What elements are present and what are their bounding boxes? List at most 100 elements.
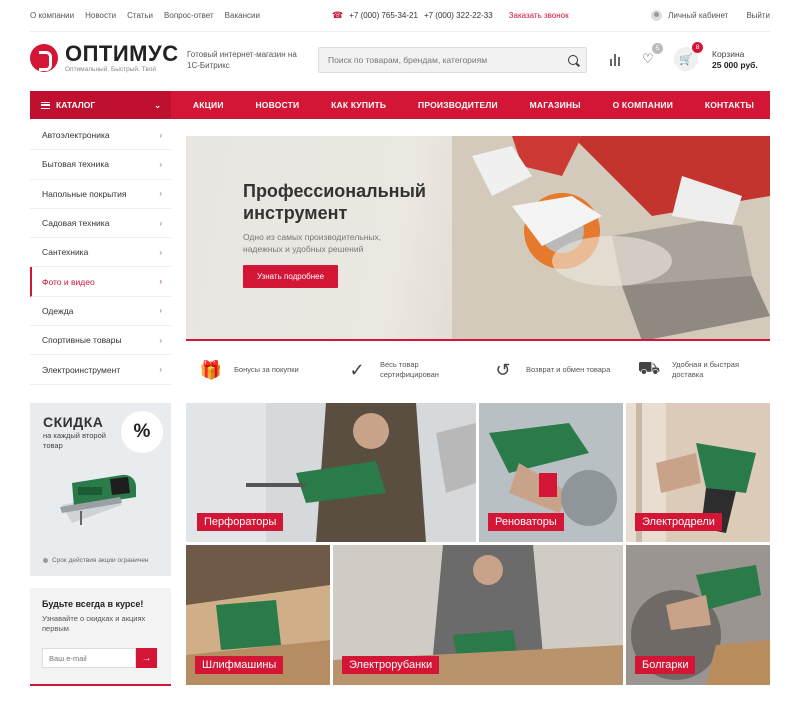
- gift-icon: 🎁: [199, 359, 223, 380]
- subscribe-text: Узнавайте о скидках и акциях первым: [42, 614, 146, 633]
- compare-icon[interactable]: [610, 53, 622, 66]
- chevron-right-icon: ›: [159, 277, 162, 287]
- nav-item-how-to-buy[interactable]: КАК КУПИТЬ: [331, 100, 386, 110]
- chevron-right-icon: ›: [159, 130, 162, 140]
- sidebar-item-garden[interactable]: Садовая техника ›: [30, 208, 171, 239]
- top-link-faq[interactable]: Вопрос-ответ: [164, 11, 214, 20]
- nav-item-brands[interactable]: ПРОИЗВОДИТЕЛИ: [418, 100, 498, 110]
- category-tile-renovators[interactable]: Реноваторы: [479, 403, 623, 542]
- category-label: Реноваторы: [488, 513, 564, 531]
- top-bar: О компании Новости Статьи Вопрос-ответ В…: [30, 0, 770, 32]
- sidebar-item-label: Спортивные товары: [42, 335, 122, 346]
- sidebar-item-photo-video[interactable]: Фото и видео ›: [30, 267, 171, 297]
- search-input[interactable]: Поиск по товарам, брендам, категориям: [318, 47, 587, 73]
- catalog-sidebar: Автоэлектроника › Бытовая техника › Наполь…: [30, 121, 171, 385]
- sidebar-item-label: Электроинструмент: [42, 364, 121, 375]
- nav-item-contacts[interactable]: КОНТАКТЫ: [705, 100, 754, 110]
- logo-slogan: Оптимальный. Быстрый. Твой: [65, 66, 156, 73]
- banner-text: Одно из самых производительных, надежных…: [243, 232, 382, 254]
- feature-return: ↺ Возврат и обмен товара: [478, 345, 624, 395]
- sidebar-item-power-tools[interactable]: Электроинструмент ›: [30, 355, 171, 385]
- chevron-down-icon: ⌄: [154, 100, 161, 110]
- sidebar-item-auto[interactable]: Автоэлектроника ›: [30, 121, 171, 151]
- category-tile-drills[interactable]: Электродрели: [626, 403, 770, 542]
- phone-number-1[interactable]: +7 (000) 765-34-21: [349, 11, 418, 20]
- page: О компании Новости Статьи Вопрос-ответ В…: [0, 0, 800, 710]
- nav-item-stores[interactable]: МАГАЗИНЫ: [530, 100, 581, 110]
- category-label: Шлифмашины: [195, 656, 284, 674]
- sidebar-item-label: Одежда: [42, 305, 74, 316]
- sidebar-item-label: Фото и видео: [42, 276, 95, 287]
- subscribe-form: →: [42, 648, 157, 668]
- logout-link[interactable]: Выйти: [746, 11, 770, 20]
- feature-text: Удобная и быстрая доставка: [672, 360, 740, 379]
- chevron-right-icon: ›: [159, 306, 162, 316]
- top-link-articles[interactable]: Статьи: [127, 11, 153, 20]
- feature-delivery: ⛟ Удобная и быстрая доставка: [624, 345, 770, 395]
- dot-icon: [43, 558, 48, 563]
- account-link[interactable]: Личный кабинет: [668, 11, 728, 20]
- email-field[interactable]: [42, 648, 136, 668]
- return-clock-icon: ↺: [495, 359, 511, 380]
- category-tile-grinders[interactable]: Болгарки: [626, 545, 770, 685]
- hero-banner[interactable]: Профессиональный инструмент Одно из самы…: [186, 136, 770, 341]
- heart-icon[interactable]: ♡: [642, 51, 654, 67]
- top-link-news[interactable]: Новости: [85, 11, 116, 20]
- sidebar-item-appliances[interactable]: Бытовая техника ›: [30, 150, 171, 180]
- phones: ☎ +7 (000) 765-34-21 +7 (000) 322-22-33 …: [332, 10, 569, 21]
- promo-note: Срок действия акции ограничен: [43, 557, 149, 564]
- jigsaw-image: [60, 474, 136, 525]
- phone-icon: ☎: [332, 10, 344, 20]
- catalog-label: КАТАЛОГ: [56, 100, 96, 110]
- top-link-about[interactable]: О компании: [30, 11, 74, 20]
- nav-item-about[interactable]: О КОМПАНИИ: [613, 100, 673, 110]
- main-nav: КАТАЛОГ ⌄ АКЦИИ НОВОСТИ КАК КУПИТЬ ПРОИЗ…: [30, 91, 770, 119]
- features-row: 🎁 Бонусы за покупки ✓ Весь товар сертифи…: [186, 345, 770, 395]
- favorites-count-badge: 5: [652, 43, 663, 54]
- phone-number-2[interactable]: +7 (000) 322-22-33: [424, 11, 493, 20]
- cart-total: 25 000 руб.: [712, 60, 758, 70]
- header: ОПТИМУС Оптимальный. Быстрый. Твой Готов…: [30, 32, 770, 88]
- subscribe-box: Будьте всегда в курсе! Узнавайте о скидк…: [30, 588, 171, 686]
- category-tile-perforators[interactable]: Перфораторы: [186, 403, 476, 542]
- sidebar-item-label: Бытовая техника: [42, 159, 109, 170]
- promo-subtitle: на каждый второй товар: [43, 431, 106, 450]
- sidebar-item-label: Автоэлектроника: [42, 130, 110, 141]
- sidebar-item-label: Садовая техника: [42, 218, 110, 229]
- chevron-right-icon: ›: [159, 247, 162, 257]
- cart-count-badge: 8: [692, 42, 703, 53]
- feature-bonus: 🎁 Бонусы за покупки: [186, 345, 332, 395]
- category-tile-sanders[interactable]: Шлифмашины: [186, 545, 330, 685]
- logo-mark-icon: [30, 44, 58, 72]
- chevron-right-icon: ›: [159, 365, 162, 375]
- sidebar-item-flooring[interactable]: Напольные покрытия ›: [30, 179, 171, 209]
- subscribe-submit-button[interactable]: →: [136, 648, 157, 668]
- chevron-right-icon: ›: [159, 218, 162, 228]
- sidebar-item-label: Напольные покрытия: [42, 188, 127, 199]
- feature-text: Бонусы за покупки: [234, 365, 299, 374]
- sidebar-item-label: Сантехника: [42, 247, 89, 258]
- catalog-button[interactable]: КАТАЛОГ ⌄: [30, 91, 171, 119]
- saw-worker-image: [452, 136, 770, 339]
- category-tile-planers[interactable]: Электрорубанки: [333, 545, 623, 685]
- account-area: Личный кабинет Выйти: [651, 10, 770, 21]
- logo[interactable]: ОПТИМУС Оптимальный. Быстрый. Твой: [30, 43, 179, 73]
- category-label: Электродрели: [635, 513, 722, 531]
- arrow-right-icon: →: [141, 652, 152, 664]
- percent-icon: %: [121, 411, 163, 453]
- nav-item-sales[interactable]: АКЦИИ: [193, 100, 224, 110]
- search-icon[interactable]: [568, 55, 578, 65]
- shield-check-icon: ✓: [349, 359, 365, 380]
- callback-link[interactable]: Заказать звонок: [509, 11, 569, 20]
- sidebar-item-plumbing[interactable]: Сантехника ›: [30, 238, 171, 268]
- sidebar-item-clothing[interactable]: Одежда ›: [30, 296, 171, 327]
- search-placeholder: Поиск по товарам, брендам, категориям: [328, 55, 488, 65]
- promo-card[interactable]: СКИДКА на каждый второй товар % Срок дей…: [30, 403, 171, 576]
- cart-label: Корзина: [712, 49, 745, 59]
- sidebar-item-sports[interactable]: Спортивные товары ›: [30, 326, 171, 356]
- banner-title: Профессиональный инструмент: [243, 181, 426, 223]
- nav-item-news[interactable]: НОВОСТИ: [255, 100, 299, 110]
- cart-summary[interactable]: Корзина 25 000 руб.: [712, 49, 758, 71]
- banner-button[interactable]: Узнать подробнее: [243, 265, 338, 288]
- top-link-vacancies[interactable]: Вакансии: [225, 11, 260, 20]
